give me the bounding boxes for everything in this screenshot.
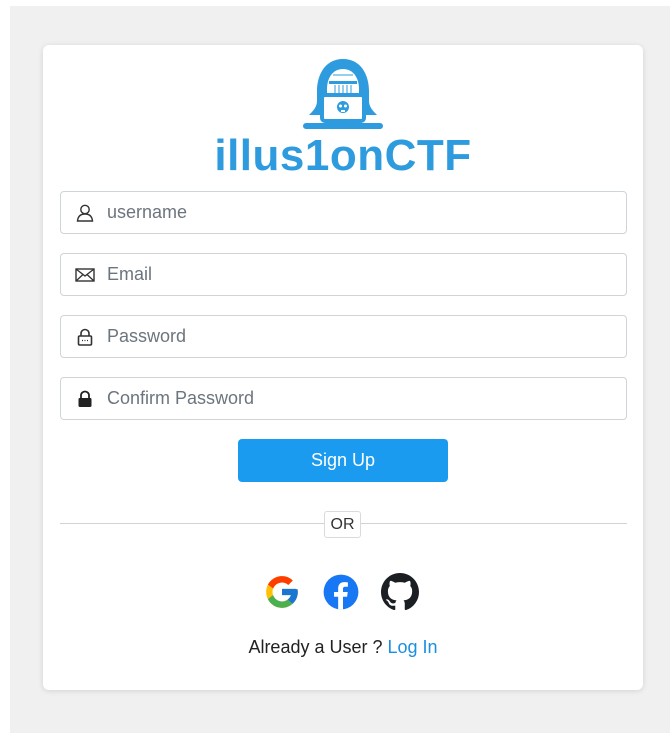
logo: illus1onCTF <box>43 57 643 183</box>
signup-card: illus1onCTF Sign Up OR <box>43 45 643 690</box>
lock-filled-icon <box>75 389 95 409</box>
login-prompt-text: Already a User ? <box>248 637 388 657</box>
password-input[interactable] <box>107 316 626 357</box>
username-field[interactable] <box>60 191 627 234</box>
username-input[interactable] <box>107 192 626 233</box>
divider-left <box>60 523 324 524</box>
confirm-password-input[interactable] <box>107 378 626 419</box>
login-prompt: Already a User ? Log In <box>43 637 643 658</box>
lock-outline-icon <box>75 327 95 347</box>
password-field[interactable] <box>60 315 627 358</box>
facebook-login-button[interactable] <box>321 572 361 612</box>
google-login-button[interactable] <box>262 572 302 612</box>
sign-up-button[interactable]: Sign Up <box>238 439 448 482</box>
user-outline-icon <box>75 203 95 223</box>
envelope-icon <box>75 265 95 285</box>
log-in-link[interactable]: Log In <box>388 637 438 657</box>
email-field[interactable] <box>60 253 627 296</box>
or-divider-label: OR <box>324 511 361 538</box>
hacker-logo-icon <box>303 59 383 129</box>
divider-right <box>361 523 627 524</box>
email-input[interactable] <box>107 254 626 295</box>
google-icon <box>266 576 298 608</box>
github-icon <box>381 573 419 611</box>
confirm-password-field[interactable] <box>60 377 627 420</box>
facebook-icon <box>323 574 359 610</box>
github-login-button[interactable] <box>380 572 420 612</box>
brand-name: illus1onCTF <box>214 131 472 180</box>
